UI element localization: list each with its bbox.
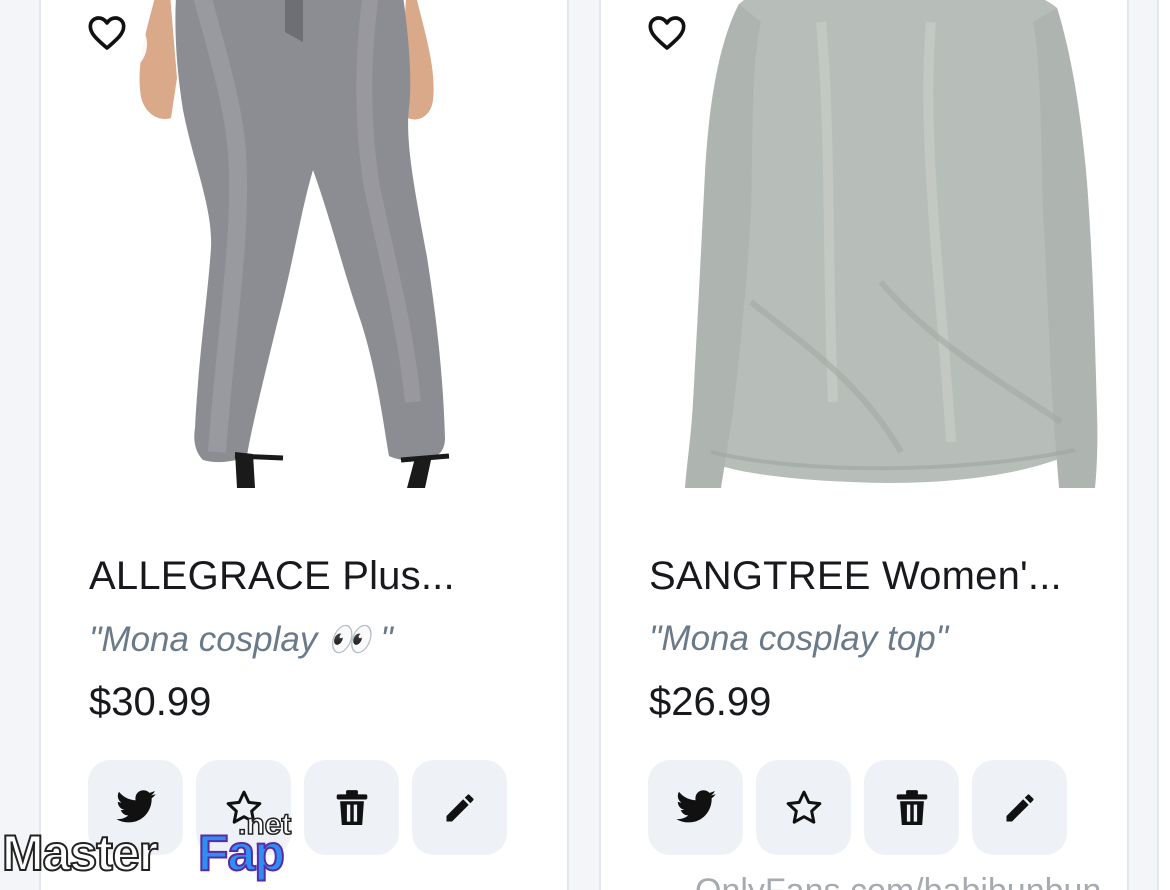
heart-outline-icon bbox=[648, 16, 686, 50]
product-card-partial[interactable] bbox=[1157, 0, 1170, 890]
favorite-button[interactable] bbox=[87, 14, 147, 74]
watermark-master-text: Master bbox=[1, 824, 159, 882]
heart-outline-icon bbox=[88, 16, 126, 50]
trash-icon bbox=[896, 789, 927, 825]
product-price: $30.99 bbox=[89, 680, 212, 724]
edit-button[interactable] bbox=[412, 760, 507, 855]
twitter-icon bbox=[675, 789, 716, 822]
pencil-icon bbox=[446, 794, 473, 821]
product-note: "Mona cosplay 👀 " bbox=[89, 620, 393, 659]
star-icon bbox=[786, 790, 821, 824]
product-grid-page: ALLEGRACE Plus... "Mona cosplay 👀 " $30.… bbox=[0, 0, 1170, 890]
share-twitter-button[interactable] bbox=[648, 760, 743, 855]
pencil-icon bbox=[1006, 794, 1033, 821]
favorite-button[interactable] bbox=[647, 14, 707, 74]
delete-button[interactable] bbox=[864, 760, 959, 855]
watermark-net-text: .net bbox=[237, 807, 292, 842]
product-card[interactable]: SANGTREE Women'... "Mona cosplay top" $2… bbox=[599, 0, 1129, 890]
product-title[interactable]: SANGTREE Women'... bbox=[649, 554, 1062, 599]
trash-icon bbox=[336, 789, 367, 825]
watermark-logo: Master Fap .net bbox=[0, 807, 310, 890]
product-image[interactable] bbox=[601, 0, 1127, 507]
edit-button[interactable] bbox=[972, 760, 1067, 855]
product-image[interactable] bbox=[41, 0, 567, 507]
product-card[interactable]: ALLEGRACE Plus... "Mona cosplay 👀 " $30.… bbox=[39, 0, 569, 890]
footer-watermark-link: OnlyFans.com/babibunbun bbox=[695, 872, 1101, 890]
product-price: $26.99 bbox=[649, 680, 772, 724]
product-note: "Mona cosplay top" bbox=[649, 619, 949, 658]
product-title[interactable]: ALLEGRACE Plus... bbox=[89, 554, 455, 599]
delete-button[interactable] bbox=[304, 760, 399, 855]
jeans-image bbox=[139, 0, 450, 488]
sweater-image bbox=[685, 0, 1098, 488]
star-button[interactable] bbox=[756, 760, 851, 855]
product-actions bbox=[648, 760, 1067, 855]
